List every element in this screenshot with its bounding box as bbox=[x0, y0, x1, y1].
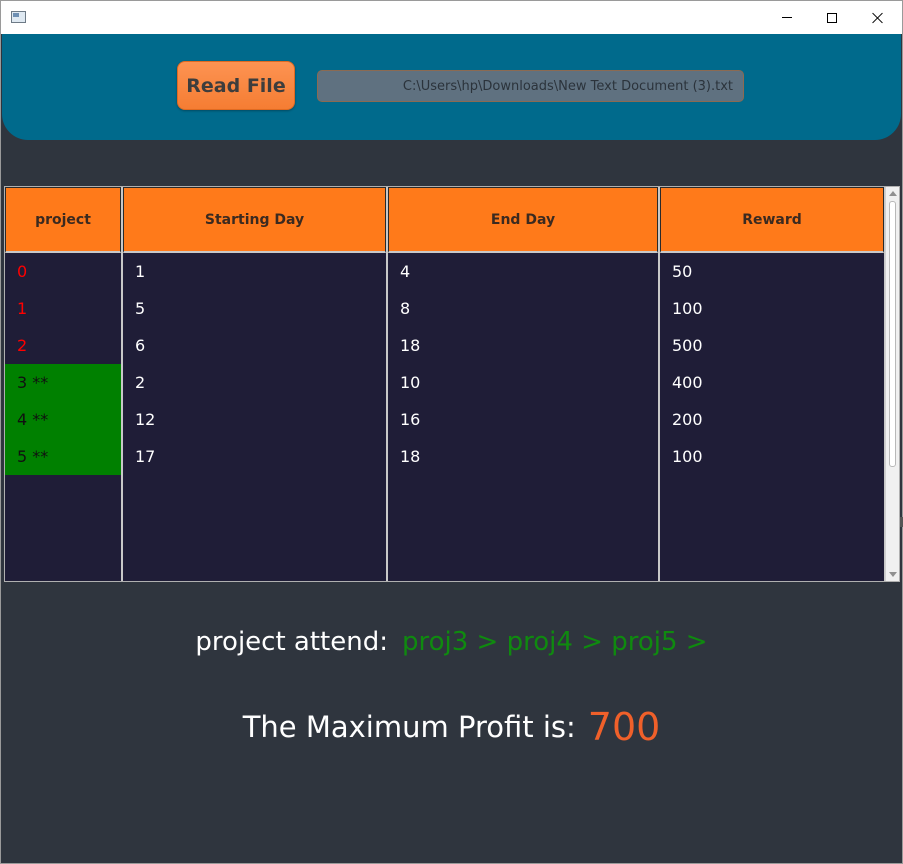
column-end-day: End Day 4 8 18 10 16 18 bbox=[388, 187, 660, 581]
app-window: Read File C:\Users\hp\Downloads\New Text… bbox=[0, 0, 903, 864]
minimize-button[interactable] bbox=[764, 1, 810, 34]
projects-table: project 0 1 2 3 ** 4 ** 5 ** Starting Da… bbox=[4, 186, 900, 582]
table-cell-start[interactable]: 6 bbox=[123, 327, 386, 364]
project-attend-label: project attend: bbox=[195, 627, 388, 657]
reward-cells: 50 100 500 400 200 100 bbox=[660, 253, 884, 475]
table-cell-project[interactable]: 2 bbox=[5, 327, 121, 364]
header-reward[interactable]: Reward bbox=[660, 187, 884, 253]
file-path-field[interactable]: C:\Users\hp\Downloads\New Text Document … bbox=[317, 70, 744, 102]
table-cell-reward[interactable]: 400 bbox=[660, 364, 884, 401]
close-button[interactable] bbox=[855, 1, 901, 34]
table-cell-reward[interactable]: 100 bbox=[660, 290, 884, 327]
column-project: project 0 1 2 3 ** 4 ** 5 ** bbox=[5, 187, 123, 581]
max-profit-value: 700 bbox=[587, 705, 661, 749]
max-profit-label: The Maximum Profit is: bbox=[242, 710, 576, 744]
table-cell-end[interactable]: 4 bbox=[388, 253, 658, 290]
end-cells: 4 8 18 10 16 18 bbox=[388, 253, 658, 475]
table-vertical-scrollbar[interactable] bbox=[885, 187, 899, 581]
scrollbar-thumb[interactable] bbox=[889, 201, 896, 467]
title-bar bbox=[1, 1, 902, 34]
header-end-day[interactable]: End Day bbox=[388, 187, 658, 253]
table-cell-end[interactable]: 8 bbox=[388, 290, 658, 327]
table-cell-start[interactable]: 2 bbox=[123, 364, 386, 401]
app-icon bbox=[11, 11, 26, 23]
table-cell-reward[interactable]: 100 bbox=[660, 438, 884, 475]
table-cell-project-selected[interactable]: 3 ** bbox=[5, 364, 121, 401]
column-starting-day: Starting Day 1 5 6 2 12 17 bbox=[123, 187, 388, 581]
scroll-up-arrow-icon[interactable] bbox=[889, 191, 897, 196]
start-cells: 1 5 6 2 12 17 bbox=[123, 253, 386, 475]
table-cell-start[interactable]: 1 bbox=[123, 253, 386, 290]
project-attend-line: project attend: proj3 > proj4 > proj5 > bbox=[1, 627, 902, 657]
project-cells: 0 1 2 3 ** 4 ** 5 ** bbox=[5, 253, 121, 475]
table-cell-start[interactable]: 5 bbox=[123, 290, 386, 327]
column-reward: Reward 50 100 500 400 200 100 bbox=[660, 187, 885, 581]
table-cell-project[interactable]: 0 bbox=[5, 253, 121, 290]
table-cell-end[interactable]: 16 bbox=[388, 401, 658, 438]
table-cell-reward[interactable]: 50 bbox=[660, 253, 884, 290]
table-cell-project-selected[interactable]: 5 ** bbox=[5, 438, 121, 475]
maximize-button[interactable] bbox=[809, 1, 855, 34]
table-cell-end[interactable]: 18 bbox=[388, 438, 658, 475]
header-project[interactable]: project bbox=[5, 187, 121, 253]
table-cell-reward[interactable]: 200 bbox=[660, 401, 884, 438]
read-file-button[interactable]: Read File bbox=[177, 61, 295, 110]
table-cell-start[interactable]: 12 bbox=[123, 401, 386, 438]
header-panel: Read File C:\Users\hp\Downloads\New Text… bbox=[2, 34, 901, 140]
table-cell-reward[interactable]: 500 bbox=[660, 327, 884, 364]
table-cell-end[interactable]: 10 bbox=[388, 364, 658, 401]
table-cell-project[interactable]: 1 bbox=[5, 290, 121, 327]
maximize-icon bbox=[827, 12, 837, 23]
table-cell-start[interactable]: 17 bbox=[123, 438, 386, 475]
table-cell-end[interactable]: 18 bbox=[388, 327, 658, 364]
scroll-down-arrow-icon[interactable] bbox=[889, 572, 897, 577]
table-cell-project-selected[interactable]: 4 ** bbox=[5, 401, 121, 438]
max-profit-line: The Maximum Profit is: 700 bbox=[1, 705, 902, 749]
minimize-icon bbox=[782, 17, 792, 18]
project-attend-path: proj3 > proj4 > proj5 > bbox=[401, 627, 708, 657]
header-starting-day[interactable]: Starting Day bbox=[123, 187, 386, 253]
close-icon bbox=[872, 12, 884, 24]
